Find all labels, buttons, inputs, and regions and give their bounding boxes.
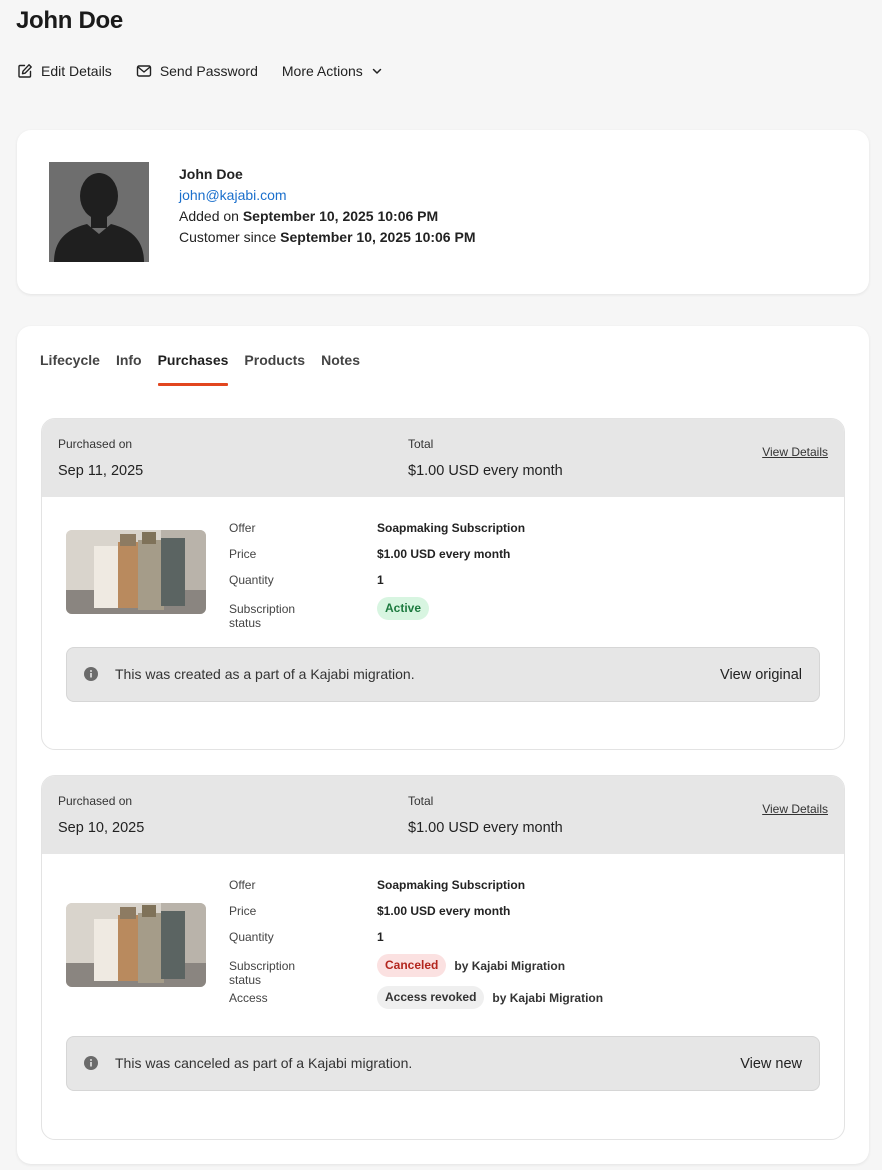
info-icon: [84, 667, 98, 681]
avatar: [49, 162, 149, 262]
status-badge: Active: [377, 597, 430, 620]
offer-value: Soapmaking Subscription: [377, 878, 526, 892]
offer-label: Offer: [229, 521, 256, 535]
customer-name: John Doe: [179, 166, 243, 182]
notice-text: This was canceled as part of a Kajabi mi…: [115, 1055, 413, 1071]
chevron-down-icon: [372, 68, 382, 74]
purchased-on-label: Purchased on: [58, 794, 133, 808]
total-value: $1.00 USD every month: [408, 820, 563, 836]
price-value: $1.00 USD every month: [377, 904, 511, 918]
offer-label: Offer: [229, 878, 256, 892]
product-thumbnail: [66, 903, 206, 987]
profile-info: John Doe john@kajabi.com Added on Septem…: [179, 164, 476, 248]
send-password-button[interactable]: Send Password: [136, 63, 258, 79]
subscription-status: Canceled by Kajabi Migration: [377, 954, 565, 977]
subscription-status-label: Subscription status: [229, 602, 296, 630]
subscription-status: Active: [377, 597, 430, 620]
status-badge: Canceled: [377, 954, 447, 977]
send-password-label: Send Password: [159, 63, 258, 79]
page-title: John Doe: [16, 7, 123, 34]
edit-icon: [18, 64, 32, 78]
quantity-value: 1: [377, 930, 384, 944]
access-badge: Access revoked: [377, 986, 485, 1009]
envelope-icon: [136, 65, 152, 77]
customer-since-prefix: Customer since: [179, 229, 281, 245]
price-label: Price: [229, 904, 257, 918]
purchased-on-value: Sep 11, 2025: [58, 463, 144, 479]
purchase-card: Purchased on Sep 11, 2025 Total $1.00 US…: [41, 418, 845, 750]
total-label: Total: [408, 437, 434, 451]
actions-bar: Edit Details Send Password More Actions: [17, 61, 407, 81]
notice-text: This was created as a part of a Kajabi m…: [115, 666, 415, 682]
status-by: by Kajabi Migration: [454, 958, 566, 973]
purchased-on-value: Sep 10, 2025: [58, 820, 145, 836]
product-thumbnail: [66, 530, 206, 614]
access-label: Access: [229, 991, 268, 1005]
tab-bar: Lifecycle Info Purchases Products Notes: [40, 352, 376, 386]
edit-details-label: Edit Details: [41, 63, 112, 79]
purchase-header: Purchased on Sep 10, 2025 Total $1.00 US…: [42, 776, 844, 854]
tab-purchases[interactable]: Purchases: [157, 352, 228, 386]
added-on-date: September 10, 2025 10:06 PM: [242, 208, 439, 224]
added-on: Added on September 10, 2025 10:06 PM: [179, 206, 476, 227]
more-actions-button[interactable]: More Actions: [282, 63, 383, 79]
view-details-link[interactable]: View Details: [762, 445, 828, 459]
tab-notes[interactable]: Notes: [321, 352, 360, 386]
offer-value: Soapmaking Subscription: [377, 521, 526, 535]
purchase-card: Purchased on Sep 10, 2025 Total $1.00 US…: [41, 775, 845, 1140]
quantity-label: Quantity: [229, 573, 274, 587]
purchase-header: Purchased on Sep 11, 2025 Total $1.00 US…: [42, 419, 844, 497]
price-label: Price: [229, 547, 257, 561]
quantity-value: 1: [377, 573, 384, 587]
access-by: by Kajabi Migration: [492, 990, 604, 1005]
customer-since-date: September 10, 2025 10:06 PM: [280, 229, 476, 245]
subscription-status-label: Subscription status: [229, 959, 296, 987]
more-actions-label: More Actions: [281, 63, 363, 79]
tab-products[interactable]: Products: [244, 352, 305, 386]
migration-notice: This was created as a part of a Kajabi m…: [66, 647, 820, 702]
migration-notice: This was canceled as part of a Kajabi mi…: [66, 1036, 820, 1091]
view-new-button[interactable]: View new: [740, 1056, 802, 1072]
purchased-on-label: Purchased on: [58, 437, 133, 451]
access-status: Access revoked by Kajabi Migration: [377, 986, 603, 1009]
customer-since: Customer since September 10, 2025 10:06 …: [179, 227, 476, 248]
total-label: Total: [408, 794, 434, 808]
added-on-prefix: Added on: [179, 208, 243, 224]
price-value: $1.00 USD every month: [377, 547, 511, 561]
purchases-card: Lifecycle Info Purchases Products Notes …: [17, 326, 869, 1164]
customer-email-link[interactable]: john@kajabi.com: [179, 185, 476, 206]
total-value: $1.00 USD every month: [408, 463, 563, 479]
tab-info[interactable]: Info: [116, 352, 142, 386]
quantity-label: Quantity: [229, 930, 274, 944]
edit-details-button[interactable]: Edit Details: [17, 63, 112, 79]
profile-card: John Doe john@kajabi.com Added on Septem…: [17, 130, 869, 294]
info-icon: [84, 1056, 98, 1070]
view-original-button[interactable]: View original: [720, 667, 802, 683]
tab-lifecycle[interactable]: Lifecycle: [40, 352, 100, 386]
view-details-link[interactable]: View Details: [762, 802, 828, 816]
